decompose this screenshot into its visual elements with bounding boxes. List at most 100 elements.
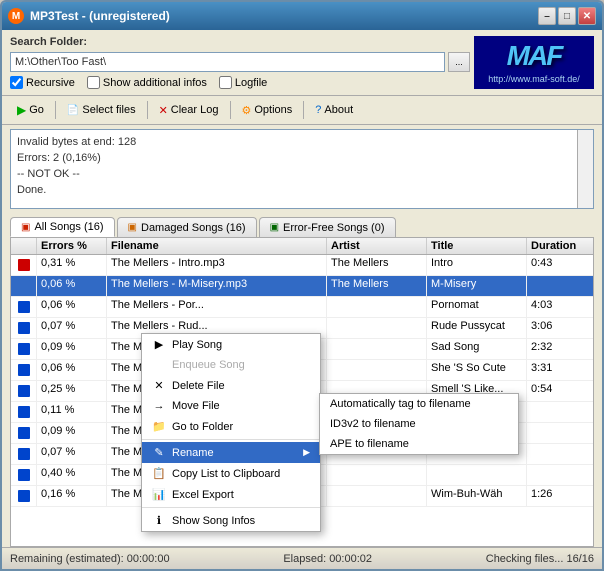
log-scrollbar[interactable] <box>577 130 593 208</box>
row-indicator-cell <box>11 381 37 401</box>
log-area: Invalid bytes at end: 128 Errors: 2 (0,1… <box>10 129 594 209</box>
search-input[interactable] <box>10 52 445 72</box>
row-filename: The Mellers - Por... <box>107 297 327 317</box>
context-menu-item-label: Move File <box>172 400 220 412</box>
main-window: M MP3Test - (unregistered) – □ ✕ Search … <box>0 0 604 571</box>
context-menu-item[interactable]: ✕ Delete File <box>142 375 320 396</box>
context-menu-item-icon: → <box>152 400 166 412</box>
row-duration: 0:54 <box>527 381 593 401</box>
logfile-label: Logfile <box>235 77 267 89</box>
row-title: Rude Pussycat <box>427 318 527 338</box>
row-errors: 0,16 % <box>37 486 107 506</box>
select-label: Select files <box>82 104 135 116</box>
tab-error-free-songs[interactable]: ▣ Error-Free Songs (0) <box>259 217 396 237</box>
search-row: ... <box>10 52 470 72</box>
context-menu-item[interactable]: ✎ Rename ▶ <box>142 442 320 463</box>
top-area: Search Folder: ... Recursive Show additi… <box>2 30 602 95</box>
context-menu-item-label: Copy List to Clipboard <box>172 468 280 480</box>
context-menu-item[interactable]: 📋 Copy List to Clipboard <box>142 463 320 484</box>
tab-all-songs[interactable]: ▣ All Songs (16) <box>10 217 115 237</box>
log-text: Invalid bytes at end: 128 Errors: 2 (0,1… <box>17 134 587 198</box>
table-row[interactable]: 0,31 % The Mellers - Intro.mp3 The Melle… <box>11 255 593 276</box>
title-left: M MP3Test - (unregistered) <box>8 8 170 24</box>
row-indicator <box>18 301 30 313</box>
col-indicator <box>11 238 37 254</box>
row-errors: 0,09 % <box>37 423 107 443</box>
context-menu-item[interactable]: ▶ Play Song <box>142 334 320 355</box>
row-duration: 1:26 <box>527 486 593 506</box>
row-duration: 3:31 <box>527 360 593 380</box>
table-row[interactable]: 0,06 % The Mellers - Por... Pornomat 4:0… <box>11 297 593 318</box>
context-menu-item[interactable]: 📊 Excel Export <box>142 484 320 505</box>
go-label: Go <box>29 104 44 116</box>
row-indicator <box>18 322 30 334</box>
row-indicator-cell <box>11 360 37 380</box>
context-menu-item-icon: ▶ <box>152 338 166 351</box>
table-row[interactable]: 0,06 % The Mellers - M-Misery.mp3 The Me… <box>11 276 593 297</box>
go-button[interactable]: ▶ Go <box>10 99 51 121</box>
toolbar-separator-2 <box>147 101 148 119</box>
row-duration <box>527 423 593 443</box>
toolbar: ▶ Go 📄 Select files ✕ Clear Log ⚙ Option… <box>2 95 602 125</box>
log-line-1: Invalid bytes at end: 128 <box>17 134 569 150</box>
options-button[interactable]: ⚙ Options <box>235 99 300 121</box>
toolbar-separator-1 <box>55 101 56 119</box>
submenu-item[interactable]: ID3v2 to filename <box>320 414 518 434</box>
logfile-checkbox[interactable]: Logfile <box>219 76 267 89</box>
row-title: She 'S So Cute <box>427 360 527 380</box>
row-title: Intro <box>427 255 527 275</box>
col-duration: Duration <box>527 238 594 254</box>
app-icon: M <box>8 8 24 24</box>
tab-damaged-icon: ▣ <box>128 222 137 233</box>
submenu-item[interactable]: Automatically tag to filename <box>320 394 518 414</box>
table-area: Errors % Filename Artist Title Duration … <box>10 237 594 547</box>
row-filename: The Mellers - M-Misery.mp3 <box>107 276 327 296</box>
context-menu-item[interactable]: → Move File <box>142 396 320 416</box>
row-title: Sad Song <box>427 339 527 359</box>
tab-all-label: All Songs (16) <box>34 221 103 233</box>
context-menu-item-icon: ✎ <box>152 446 166 459</box>
recursive-checkbox[interactable]: Recursive <box>10 76 75 89</box>
row-errors: 0,06 % <box>37 360 107 380</box>
tabs-bar: ▣ All Songs (16) ▣ Damaged Songs (16) ▣ … <box>2 213 602 237</box>
context-menu-item[interactable]: 📁 Go to Folder <box>142 416 320 437</box>
context-menu-separator <box>142 439 320 440</box>
row-indicator-cell <box>11 423 37 443</box>
close-button[interactable]: ✕ <box>578 7 596 25</box>
checkboxes-row: Recursive Show additional infos Logfile <box>10 76 470 89</box>
title-bar: M MP3Test - (unregistered) – □ ✕ <box>2 2 602 30</box>
select-files-button[interactable]: 📄 Select files <box>60 99 143 121</box>
recursive-label: Recursive <box>26 77 75 89</box>
minimize-button[interactable]: – <box>538 7 556 25</box>
context-menu-item: Enqueue Song <box>142 355 320 375</box>
context-menu-item[interactable]: ℹ Show Song Infos <box>142 510 320 531</box>
window-title: MP3Test - (unregistered) <box>30 9 170 23</box>
col-title: Title <box>427 238 527 254</box>
row-artist <box>327 318 427 338</box>
tab-damaged-label: Damaged Songs (16) <box>141 222 246 234</box>
context-menu-item-label: Delete File <box>172 380 225 392</box>
log-line-2: Errors: 2 (0,16%) <box>17 150 569 166</box>
tab-damaged-songs[interactable]: ▣ Damaged Songs (16) <box>117 217 257 237</box>
submenu: Automatically tag to filename ID3v2 to fi… <box>319 393 519 455</box>
about-button[interactable]: ? About <box>308 99 360 121</box>
row-artist <box>327 339 427 359</box>
submenu-item-label: ID3v2 to filename <box>330 418 416 430</box>
clear-icon: ✕ <box>159 104 168 117</box>
row-indicator <box>18 364 30 376</box>
submenu-item[interactable]: APE to filename <box>320 434 518 454</box>
row-filename: The Mellers - Intro.mp3 <box>107 255 327 275</box>
clear-log-button[interactable]: ✕ Clear Log <box>152 99 226 121</box>
maximize-button[interactable]: □ <box>558 7 576 25</box>
tab-free-label: Error-Free Songs (0) <box>283 222 384 234</box>
row-indicator-cell <box>11 339 37 359</box>
row-indicator <box>18 427 30 439</box>
submenu-item-label: Automatically tag to filename <box>330 398 471 410</box>
additional-infos-checkbox[interactable]: Show additional infos <box>87 76 207 89</box>
browse-button[interactable]: ... <box>448 52 470 72</box>
row-errors: 0,25 % <box>37 381 107 401</box>
title-controls: – □ ✕ <box>538 7 596 25</box>
context-menu-separator <box>142 507 320 508</box>
row-indicator-cell <box>11 402 37 422</box>
row-indicator-cell <box>11 276 37 296</box>
